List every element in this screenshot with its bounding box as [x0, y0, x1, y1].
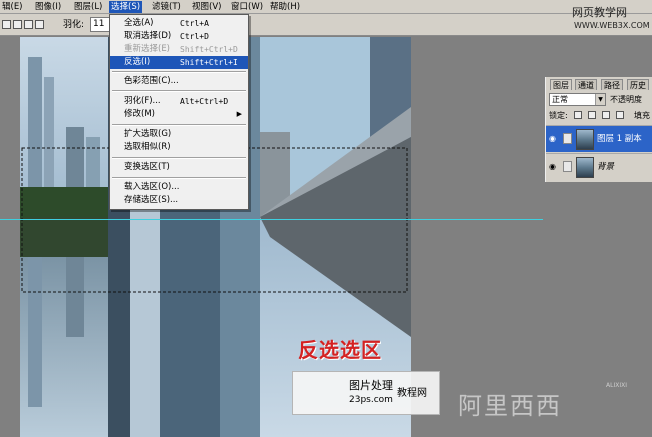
layer-thumbnail [576, 157, 594, 178]
menu-item-label: 存储选区(S)... [124, 195, 179, 205]
opacity-label: 不透明度 [610, 95, 642, 104]
blend-mode-value: 正常 [552, 95, 568, 104]
tab-layers[interactable]: 图层 [550, 79, 572, 90]
menu-item-label: 扩大选取(G) [124, 129, 172, 139]
menu-item-color-range[interactable]: 色彩范围(C)... [110, 75, 248, 88]
menu-item-label: 反选(I) [124, 57, 151, 67]
menu-separator [112, 124, 246, 126]
menu-separator [112, 177, 246, 179]
blend-mode-select[interactable]: 正常 ▼ [549, 93, 606, 106]
menu-item-label: 变换选区(T) [124, 162, 170, 172]
layers-panel: 图层 通道 路径 历史 正常 ▼ 不透明度 锁定: 填充 ◉ 图层 1 副本 ◉… [545, 77, 652, 182]
layer-name: 图层 1 副本 [597, 134, 642, 144]
chevron-down-icon: ▼ [595, 94, 605, 105]
menu-item-feather[interactable]: 羽化(F)... Alt+Ctrl+D [110, 95, 248, 108]
feather-label: 羽化: [63, 20, 85, 30]
watermark-url: WWW.WEB3X.COM [574, 21, 650, 30]
new-selection-icon[interactable] [2, 20, 11, 29]
menu-item-save-selection[interactable]: 存储选区(S)... [110, 194, 248, 207]
menu-item-transform-selection[interactable]: 变换选区(T) [110, 161, 248, 174]
chevron-right-icon: ▶ [236, 110, 242, 118]
menu-item-similar[interactable]: 选取相似(R) [110, 141, 248, 154]
guide-line[interactable] [0, 219, 545, 220]
feather-input[interactable]: 11 [90, 17, 110, 32]
menu-item-grow[interactable]: 扩大选取(G) [110, 128, 248, 141]
menu-item-shortcut: Shift+Ctrl+D [180, 45, 238, 54]
photoshop-window: 辑(E) 图像(I) 图层(L) 选择(S) 滤镜(T) 视图(V) 窗口(W)… [0, 0, 652, 437]
tab-history[interactable]: 历史 [627, 79, 649, 90]
watermark-small: ALIXIXI [606, 382, 627, 389]
menu-edit[interactable]: 辑(E) [0, 1, 25, 13]
alixixi-watermark: 阿里西西 [458, 392, 562, 420]
menu-item-shortcut: Ctrl+D [180, 32, 209, 41]
menu-item-reselect[interactable]: 重新选择(E) Shift+Ctrl+D [110, 43, 248, 56]
menu-item-shortcut: Shift+Ctrl+I [180, 58, 238, 67]
menu-item-label: 取消选择(D) [124, 31, 172, 41]
menu-item-label: 载入选区(O)... [124, 182, 180, 192]
menu-layer[interactable]: 图层(L) [72, 1, 104, 13]
menu-select[interactable]: 选择(S) [109, 1, 143, 13]
brush-icon [563, 161, 572, 172]
lock-transparency-icon[interactable] [574, 111, 582, 119]
lock-label: 锁定: [549, 111, 568, 120]
site-badge: 图片处理 23ps.com 教程网 [292, 371, 440, 415]
intersect-selection-icon[interactable] [35, 20, 44, 29]
menu-item-deselect[interactable]: 取消选择(D) Ctrl+D [110, 30, 248, 43]
menu-view[interactable]: 视图(V) [190, 1, 223, 13]
menu-window[interactable]: 窗口(W) [229, 1, 265, 13]
tab-channels[interactable]: 通道 [575, 79, 597, 90]
badge-url: 23ps.com [349, 395, 393, 405]
menu-item-label: 重新选择(E) [124, 44, 171, 54]
menu-item-select-all[interactable]: 全选(A) Ctrl+A [110, 17, 248, 30]
options-bar: 羽化: 11 [0, 14, 652, 36]
menu-item-label: 色彩范围(C)... [124, 76, 179, 86]
menu-separator [112, 157, 246, 159]
menu-item-load-selection[interactable]: 载入选区(O)... [110, 181, 248, 194]
menu-item-inverse[interactable]: 反选(I) Shift+Ctrl+I [110, 56, 248, 69]
menu-item-modify[interactable]: 修改(M) ▶ [110, 108, 248, 121]
menu-help[interactable]: 帮助(H) [268, 1, 302, 13]
menu-separator [112, 71, 246, 73]
layer-name: 背景 [597, 162, 615, 172]
menu-separator [112, 90, 246, 92]
brush-icon [563, 133, 572, 144]
badge-title: 图片处理 [349, 379, 393, 392]
subtract-selection-icon[interactable] [24, 20, 33, 29]
menu-item-shortcut: Alt+Ctrl+D [180, 97, 229, 106]
layer-row[interactable]: ◉ 图层 1 副本 [546, 125, 652, 152]
lock-paint-icon[interactable] [588, 111, 596, 119]
menu-filter[interactable]: 滤镜(T) [150, 1, 183, 13]
eye-icon[interactable]: ◉ [549, 163, 558, 171]
eye-icon[interactable]: ◉ [549, 135, 558, 143]
tutorial-caption: 反选选区 [298, 338, 382, 362]
menu-item-shortcut: Ctrl+A [180, 19, 209, 28]
lock-all-icon[interactable] [616, 111, 624, 119]
add-selection-icon[interactable] [13, 20, 22, 29]
tab-paths[interactable]: 路径 [601, 79, 623, 90]
menu-item-label: 选取相似(R) [124, 142, 171, 152]
site-watermark: 网页教学网 WWW.WEB3X.COM [556, 6, 652, 38]
lock-move-icon[interactable] [602, 111, 610, 119]
layer-row[interactable]: ◉ 背景 [546, 153, 652, 180]
select-menu: 全选(A) Ctrl+A 取消选择(D) Ctrl+D 重新选择(E) Shif… [109, 14, 249, 210]
fill-label: 填充 [634, 111, 650, 120]
menu-item-label: 全选(A) [124, 18, 154, 28]
menu-item-label: 修改(M) [124, 109, 155, 119]
menu-image[interactable]: 图像(I) [33, 1, 63, 13]
watermark-title: 网页教学网 [572, 6, 627, 19]
badge-subtitle: 教程网 [397, 388, 427, 399]
menu-bar: 辑(E) 图像(I) 图层(L) 选择(S) 滤镜(T) 视图(V) 窗口(W)… [0, 0, 652, 14]
menu-item-label: 羽化(F)... [124, 96, 161, 106]
layer-thumbnail [576, 129, 594, 150]
